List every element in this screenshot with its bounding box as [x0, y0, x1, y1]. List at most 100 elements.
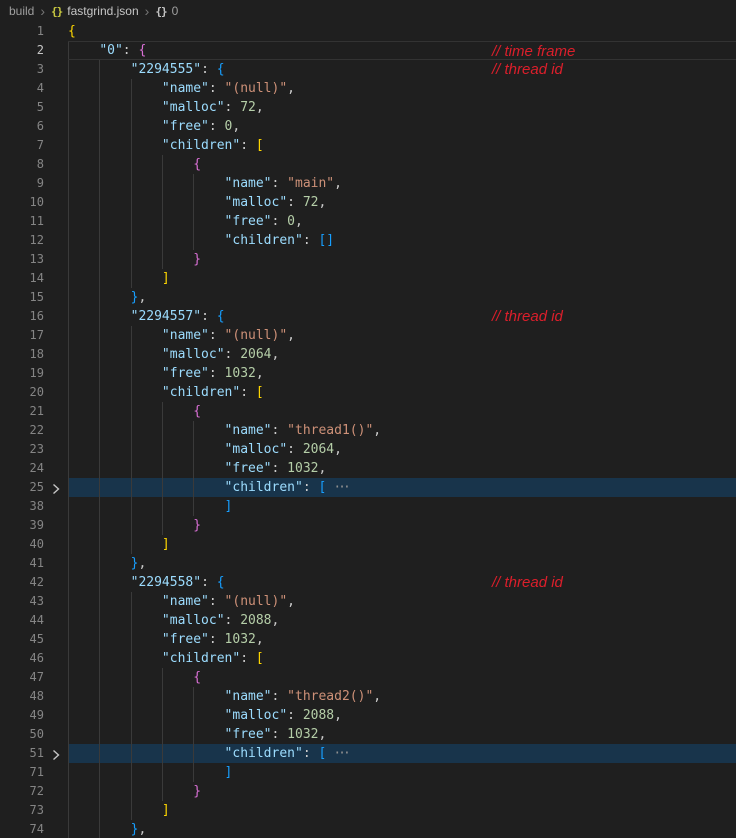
code-line[interactable]: "name": "(null)",	[68, 592, 736, 611]
line-number: 2	[36, 43, 44, 57]
code-line[interactable]: "2294557": {// thread id	[68, 307, 736, 326]
code-row-5: 5 "malloc": 72,	[0, 98, 736, 117]
indent-spaces	[68, 233, 225, 248]
code-line[interactable]: "name": "(null)",	[68, 326, 736, 345]
code-line[interactable]: ]	[68, 497, 736, 516]
code-line[interactable]: {	[68, 402, 736, 421]
code-line[interactable]: "free": 1032,	[68, 725, 736, 744]
token-b3: []	[318, 233, 335, 248]
indent-guide	[68, 212, 69, 231]
token-punc: ,	[287, 328, 295, 343]
token-b3: {	[216, 62, 225, 77]
code-line[interactable]: "name": "main",	[68, 174, 736, 193]
indent-guide	[99, 573, 101, 592]
code-line[interactable]: "malloc": 2088,	[68, 611, 736, 630]
breadcrumb-item-filename[interactable]: fastgrind.json	[67, 4, 138, 18]
indent-guide	[68, 136, 69, 155]
token-num: 1032	[224, 366, 256, 381]
token-str: "thread1()"	[287, 423, 374, 438]
indent-guide	[99, 79, 101, 98]
gutter: 16	[0, 307, 68, 326]
indent-guide	[68, 744, 69, 763]
code-line[interactable]: "name": "thread2()",	[68, 687, 736, 706]
code-line[interactable]: "name": "(null)",	[68, 79, 736, 98]
red-annotation: // thread id	[492, 61, 563, 78]
token-key: "children"	[161, 385, 241, 400]
code-row-14: 14 ]	[0, 269, 736, 288]
code-line[interactable]: "malloc": 72,	[68, 98, 736, 117]
code-line[interactable]: ]	[68, 269, 736, 288]
code-line[interactable]: ]	[68, 801, 736, 820]
code-line[interactable]: "malloc": 2088,	[68, 706, 736, 725]
indent-guide	[68, 668, 69, 687]
code-line[interactable]: "malloc": 72,	[68, 193, 736, 212]
gutter: 8	[0, 155, 68, 174]
line-number: 22	[29, 423, 44, 437]
indent-guide	[68, 763, 69, 782]
breadcrumb-item-folder[interactable]: build	[9, 4, 34, 18]
gutter: 6	[0, 117, 68, 136]
code-row-16: 16 "2294557": {// thread id	[0, 307, 736, 326]
token-key: "name"	[224, 176, 272, 191]
gutter: 51	[0, 744, 68, 763]
indent-spaces	[68, 765, 225, 780]
code-line[interactable]: }	[68, 516, 736, 535]
indent-spaces	[68, 385, 162, 400]
code-row-18: 18 "malloc": 2064,	[0, 345, 736, 364]
code-line[interactable]: "free": 0,	[68, 212, 736, 231]
code-line[interactable]: "free": 1032,	[68, 630, 736, 649]
code-line[interactable]: },	[68, 554, 736, 573]
code-row-40: 40 ]	[0, 535, 736, 554]
code-line[interactable]: }	[68, 250, 736, 269]
indent-guide	[68, 155, 69, 174]
code-line[interactable]: "free": 1032,	[68, 364, 736, 383]
breadcrumb-item-symbol[interactable]: 0	[172, 4, 179, 18]
code-line[interactable]: {	[68, 668, 736, 687]
token-punc: :	[240, 138, 256, 153]
indent-guide	[130, 364, 132, 383]
gutter: 10	[0, 193, 68, 212]
indent-guide	[161, 155, 163, 174]
fold-chevron-icon[interactable]	[50, 748, 62, 761]
indent-guide	[130, 706, 132, 725]
code-line[interactable]: "children": [···	[68, 478, 736, 497]
folded-code-badge[interactable]: ···	[333, 746, 351, 761]
code-line[interactable]: "free": 0,	[68, 117, 736, 136]
indent-spaces	[68, 100, 162, 115]
fold-chevron-icon[interactable]	[50, 482, 62, 495]
token-punc: :	[302, 233, 319, 248]
code-line[interactable]: "children": [	[68, 383, 736, 402]
code-line[interactable]: "children": [	[68, 136, 736, 155]
folded-code-badge[interactable]: ···	[333, 480, 351, 495]
code-line[interactable]: },	[68, 820, 736, 838]
indent-spaces	[68, 461, 225, 476]
code-line[interactable]: {	[68, 155, 736, 174]
code-line[interactable]: "malloc": 2064,	[68, 440, 736, 459]
code-line[interactable]: "name": "thread1()",	[68, 421, 736, 440]
code-line[interactable]: "malloc": 2064,	[68, 345, 736, 364]
code-line[interactable]: "2294558": {// thread id	[68, 573, 736, 592]
red-annotation: // thread id	[492, 574, 563, 591]
code-line[interactable]: ]	[68, 535, 736, 554]
code-line[interactable]: },	[68, 288, 736, 307]
code-line[interactable]: }	[68, 782, 736, 801]
code-line[interactable]: "children": [	[68, 649, 736, 668]
indent-guide	[99, 136, 101, 155]
code-line[interactable]: ]	[68, 763, 736, 782]
indent-spaces	[68, 195, 225, 210]
code-line[interactable]: "0": {// time frame	[68, 41, 736, 60]
gutter: 43	[0, 592, 68, 611]
code-row-74: 74 },	[0, 820, 736, 838]
token-key: "free"	[224, 461, 272, 476]
code-line[interactable]: "children": []	[68, 231, 736, 250]
code-line[interactable]: "free": 1032,	[68, 459, 736, 478]
code-line[interactable]: "2294555": {// thread id	[68, 60, 736, 79]
indent-guide	[68, 60, 69, 79]
token-key: "free"	[224, 214, 272, 229]
line-number: 19	[29, 366, 44, 380]
indent-guide	[130, 326, 132, 345]
code-line[interactable]: "children": [···	[68, 744, 736, 763]
token-punc: :	[122, 43, 139, 58]
gutter: 49	[0, 706, 68, 725]
code-line[interactable]: {	[68, 22, 736, 41]
